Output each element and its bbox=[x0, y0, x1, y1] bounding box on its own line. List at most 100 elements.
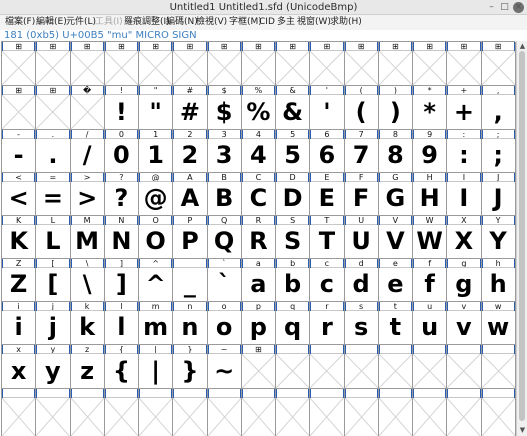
glyph-cell[interactable]: CC bbox=[241, 173, 276, 216]
glyph-cell[interactable]: ⊞ bbox=[481, 42, 516, 86]
glyph-cell[interactable]: gg bbox=[447, 259, 482, 302]
glyph-cell[interactable]: 22 bbox=[173, 130, 208, 173]
glyph-cell[interactable] bbox=[276, 345, 311, 389]
menu-item[interactable]: 編輯(E) bbox=[36, 15, 67, 30]
glyph-cell[interactable]: }} bbox=[173, 345, 208, 389]
glyph-cell[interactable]: / / bbox=[70, 130, 105, 173]
glyph-cell[interactable]: ww bbox=[481, 302, 516, 345]
glyph-cell[interactable]: ' ' bbox=[310, 86, 345, 130]
glyph-cell[interactable] bbox=[70, 389, 105, 436]
glyph-cell[interactable]: PP bbox=[173, 216, 208, 259]
menu-item[interactable]: 檢視(V) bbox=[196, 15, 227, 30]
glyph-cell[interactable]: LL bbox=[36, 216, 71, 259]
glyph-cell[interactable]: SS bbox=[276, 216, 311, 259]
glyph-cell[interactable]: KK bbox=[2, 216, 37, 259]
glyph-cell[interactable]: tt bbox=[378, 302, 413, 345]
glyph-cell[interactable]: ⊞ bbox=[447, 42, 482, 86]
glyph-cell[interactable]: ?? bbox=[104, 173, 139, 216]
scroll-down-arrow-icon[interactable]: ▼ bbox=[518, 426, 527, 434]
glyph-cell[interactable]: MM bbox=[70, 216, 105, 259]
glyph-cell[interactable]: # # bbox=[173, 86, 208, 130]
glyph-cell[interactable]: pp bbox=[241, 302, 276, 345]
glyph-cell[interactable]: 11 bbox=[139, 130, 174, 173]
glyph-cell[interactable]: xx bbox=[2, 345, 37, 389]
glyph-cell[interactable] bbox=[344, 389, 379, 436]
glyph-cell[interactable]: ⊞ bbox=[276, 42, 311, 86]
glyph-cell[interactable] bbox=[173, 389, 208, 436]
close-button[interactable]: × bbox=[513, 2, 524, 13]
glyph-cell[interactable]: ee bbox=[378, 259, 413, 302]
glyph-cell[interactable]: XX bbox=[447, 216, 482, 259]
glyph-cell[interactable]: $ $ bbox=[207, 86, 242, 130]
glyph-cell[interactable]: ss bbox=[344, 302, 379, 345]
glyph-cell[interactable] bbox=[413, 345, 448, 389]
glyph-cell[interactable]: ll bbox=[104, 302, 139, 345]
menu-item[interactable]: 多主 bbox=[277, 15, 295, 30]
glyph-cell[interactable]: 44 bbox=[241, 130, 276, 173]
glyph-cell[interactable]: II bbox=[447, 173, 482, 216]
glyph-cell[interactable]: ⊞ bbox=[70, 42, 105, 86]
glyph-cell[interactable]: {{ bbox=[104, 345, 139, 389]
glyph-cell[interactable]: \ \ bbox=[70, 259, 105, 302]
glyph-cell[interactable]: ]] bbox=[104, 259, 139, 302]
scroll-thumb[interactable] bbox=[519, 51, 525, 421]
glyph-cell[interactable]: !! bbox=[104, 86, 139, 130]
glyph-cell[interactable]: ⊞ bbox=[378, 42, 413, 86]
glyph-cell[interactable]: 33 bbox=[207, 130, 242, 173]
glyph-cell[interactable]: ⊞ bbox=[241, 42, 276, 86]
glyph-cell[interactable]: ~ ~ bbox=[207, 345, 242, 389]
glyph-cell[interactable] bbox=[447, 389, 482, 436]
menu-item[interactable]: 字框(M) bbox=[229, 15, 262, 30]
glyph-cell[interactable]: ⊞ bbox=[241, 345, 276, 389]
menu-item[interactable]: 工具(I) bbox=[95, 15, 123, 30]
glyph-cell[interactable]: vv bbox=[447, 302, 482, 345]
glyph-cell[interactable]: BB bbox=[207, 173, 242, 216]
glyph-cell[interactable]: 99 bbox=[413, 130, 448, 173]
glyph-cell[interactable]: (( bbox=[344, 86, 379, 130]
glyph-cell[interactable]: ii bbox=[2, 302, 37, 345]
glyph-cell[interactable]: 00 bbox=[104, 130, 139, 173]
glyph-cell[interactable] bbox=[447, 345, 482, 389]
glyph-cell[interactable]: � bbox=[70, 86, 105, 130]
glyph-cell[interactable]: ⊞ bbox=[207, 42, 242, 86]
glyph-cell[interactable]: rr bbox=[310, 302, 345, 345]
glyph-cell[interactable]: ⊞ bbox=[36, 86, 71, 130]
glyph-cell[interactable]: AA bbox=[173, 173, 208, 216]
glyph-cell[interactable] bbox=[413, 389, 448, 436]
menu-item[interactable]: 檔案(F) bbox=[5, 15, 35, 30]
glyph-cell[interactable]: HH bbox=[413, 173, 448, 216]
glyph-cell[interactable]: [[ bbox=[36, 259, 71, 302]
glyph-cell[interactable]: 77 bbox=[344, 130, 379, 173]
glyph-cell[interactable] bbox=[139, 389, 174, 436]
glyph-cell[interactable]: ⊞ bbox=[2, 86, 37, 130]
glyph-cell[interactable]: QQ bbox=[207, 216, 242, 259]
glyph-cell[interactable] bbox=[481, 389, 516, 436]
glyph-cell[interactable]: EE bbox=[310, 173, 345, 216]
glyph-cell[interactable]: DD bbox=[276, 173, 311, 216]
glyph-cell[interactable] bbox=[241, 389, 276, 436]
glyph-cell[interactable]: ,, bbox=[481, 86, 516, 130]
glyph-cell[interactable]: * * bbox=[413, 86, 448, 130]
glyph-cell[interactable]: > > bbox=[70, 173, 105, 216]
glyph-cell[interactable]: %% bbox=[241, 86, 276, 130]
glyph-cell[interactable]: GG bbox=[378, 173, 413, 216]
menu-item[interactable]: 元件(L) bbox=[66, 15, 96, 30]
glyph-cell[interactable]: YY bbox=[481, 216, 516, 259]
glyph-cell[interactable]: uu bbox=[413, 302, 448, 345]
glyph-cell[interactable]: oo bbox=[207, 302, 242, 345]
glyph-cell[interactable]: ⊞ bbox=[36, 42, 71, 86]
menu-item[interactable]: CID bbox=[259, 15, 275, 30]
glyph-cell[interactable]: TT bbox=[310, 216, 345, 259]
glyph-cell[interactable] bbox=[310, 389, 345, 436]
glyph-cell[interactable]: ZZ bbox=[2, 259, 37, 302]
glyph-cell[interactable]: = = bbox=[36, 173, 71, 216]
glyph-cell[interactable]: ff bbox=[413, 259, 448, 302]
glyph-cell[interactable]: ⊞ bbox=[344, 42, 379, 86]
glyph-cell[interactable] bbox=[276, 389, 311, 436]
glyph-cell[interactable]: jj bbox=[36, 302, 71, 345]
glyph-cell[interactable]: JJ bbox=[481, 173, 516, 216]
glyph-cell[interactable] bbox=[344, 345, 379, 389]
minimize-button[interactable]: – bbox=[486, 2, 497, 13]
glyph-cell[interactable]: -- bbox=[2, 130, 37, 173]
glyph-cell[interactable]: nn bbox=[173, 302, 208, 345]
